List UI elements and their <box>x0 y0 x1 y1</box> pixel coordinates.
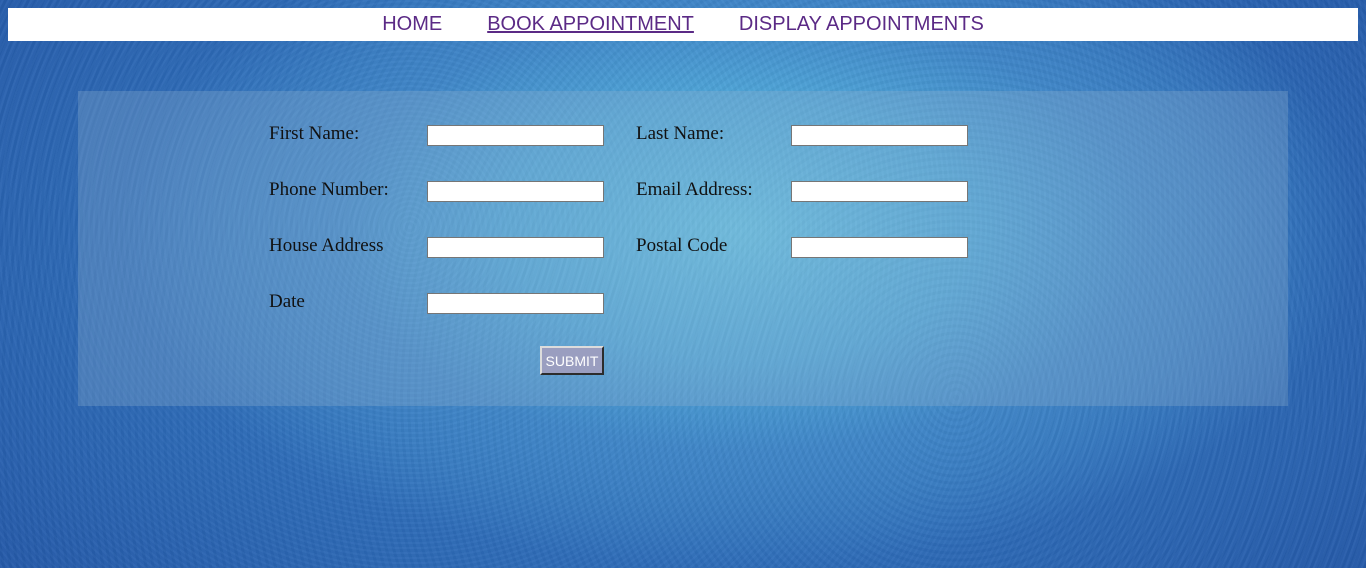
submit-button[interactable]: SUBMIT <box>540 346 604 375</box>
date-label: Date <box>269 291 305 312</box>
email-address-input[interactable] <box>791 181 968 202</box>
house-address-input[interactable] <box>427 237 604 258</box>
top-navbar: HOME BOOK APPOINTMENT DISPLAY APPOINTMEN… <box>8 8 1358 41</box>
postal-code-input[interactable] <box>791 237 968 258</box>
first-name-label: First Name: <box>269 123 360 144</box>
email-address-label: Email Address: <box>636 179 753 200</box>
house-address-label: House Address <box>269 235 384 256</box>
nav-home-link[interactable]: HOME <box>382 13 442 36</box>
phone-number-input[interactable] <box>427 181 604 202</box>
last-name-input[interactable] <box>791 125 968 146</box>
phone-number-label: Phone Number: <box>269 179 389 200</box>
nav-display-appointments-link[interactable]: DISPLAY APPOINTMENTS <box>739 13 984 36</box>
date-input[interactable] <box>427 293 604 314</box>
postal-code-label: Postal Code <box>636 235 728 256</box>
nav-book-appointment-link[interactable]: BOOK APPOINTMENT <box>487 13 694 36</box>
first-name-input[interactable] <box>427 125 604 146</box>
appointment-form: First Name: Last Name: Phone Number: Ema… <box>78 91 1288 406</box>
last-name-label: Last Name: <box>636 123 725 144</box>
